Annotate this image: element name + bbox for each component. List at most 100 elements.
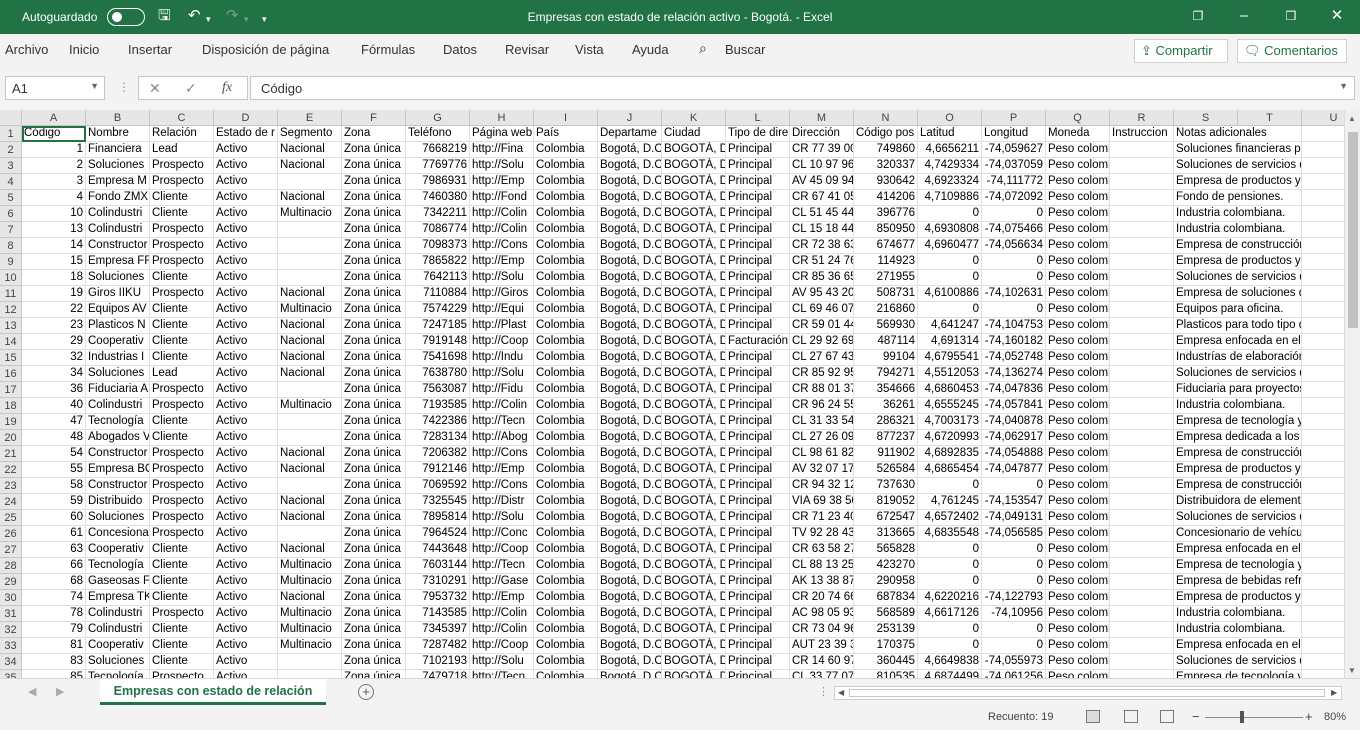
table-cell[interactable]: Peso colombiano	[1046, 350, 1110, 366]
header-cell[interactable]: Teléfono	[406, 126, 470, 142]
header-cell[interactable]: Estado de r	[214, 126, 278, 142]
table-cell[interactable]: 40	[22, 398, 86, 414]
table-cell[interactable]	[1302, 510, 1344, 526]
table-cell[interactable]: Industrias I	[86, 350, 150, 366]
table-cell[interactable]: Principal	[726, 654, 790, 670]
table-cell[interactable]	[1302, 222, 1344, 238]
table-cell[interactable]: Colindustri	[86, 622, 150, 638]
table-cell[interactable]: 13	[22, 222, 86, 238]
table-cell[interactable]: Peso colombiano	[1046, 366, 1110, 382]
table-cell[interactable]: 4,6720993	[918, 430, 982, 446]
table-cell[interactable]: 4,6656211	[918, 142, 982, 158]
table-cell[interactable]: Bogotá, D.C	[598, 398, 662, 414]
table-cell[interactable]: Principal	[726, 638, 790, 654]
table-cell[interactable]: -74,057841	[982, 398, 1046, 414]
table-cell[interactable]: Colombia	[534, 590, 598, 606]
table-cell[interactable]: Colombia	[534, 654, 598, 670]
table-cell[interactable]	[1110, 526, 1174, 542]
table-cell[interactable]: Principal	[726, 206, 790, 222]
table-cell[interactable]: Prospecto	[150, 446, 214, 462]
table-cell[interactable]: CL 15 18 44	[790, 222, 854, 238]
page-layout-view-icon[interactable]	[1124, 710, 1138, 723]
table-cell[interactable]: BOGOTÁ, D.	[662, 654, 726, 670]
table-cell[interactable]: 7603144	[406, 558, 470, 574]
table-cell[interactable]: 819052	[854, 494, 918, 510]
table-cell[interactable]: Soluciones	[86, 510, 150, 526]
table-cell[interactable]: Principal	[726, 254, 790, 270]
header-cell[interactable]: Tipo de dire	[726, 126, 790, 142]
row-header-23[interactable]: 23	[0, 478, 22, 494]
table-cell[interactable]: Colombia	[534, 190, 598, 206]
table-cell[interactable]: Activo	[214, 414, 278, 430]
table-cell[interactable]: 4,691314	[918, 334, 982, 350]
table-cell[interactable]	[1110, 206, 1174, 222]
table-cell[interactable]: Empresa TK	[86, 590, 150, 606]
row-header-24[interactable]: 24	[0, 494, 22, 510]
table-cell[interactable]	[278, 254, 342, 270]
column-header-f[interactable]: F	[342, 110, 406, 126]
table-cell[interactable]: Zona única	[342, 318, 406, 334]
table-cell[interactable]: BOGOTÁ, D.	[662, 366, 726, 382]
table-cell[interactable]: 85	[22, 670, 86, 678]
table-cell[interactable]: http://Indu	[470, 350, 534, 366]
table-cell[interactable]: Peso colombiano	[1046, 670, 1110, 678]
table-cell[interactable]: 0	[918, 206, 982, 222]
table-cell[interactable]: 0	[982, 622, 1046, 638]
table-cell[interactable]: Principal	[726, 430, 790, 446]
table-cell[interactable]: Colombia	[534, 318, 598, 334]
row-header-9[interactable]: 9	[0, 254, 22, 270]
table-cell[interactable]: Principal	[726, 398, 790, 414]
row-header-31[interactable]: 31	[0, 606, 22, 622]
tab-insertar[interactable]: Insertar	[128, 42, 172, 57]
table-cell[interactable]: Bogotá, D.C	[598, 190, 662, 206]
table-cell[interactable]: Prospecto	[150, 174, 214, 190]
table-cell[interactable]: -74,059627	[982, 142, 1046, 158]
table-cell[interactable]: 7479718	[406, 670, 470, 678]
table-cell[interactable]: Colombia	[534, 366, 598, 382]
insert-function-icon[interactable]: fx	[222, 80, 232, 96]
table-cell[interactable]: Principal	[726, 606, 790, 622]
tab-ayuda[interactable]: Ayuda	[632, 42, 669, 57]
table-cell[interactable]: Bogotá, D.C	[598, 654, 662, 670]
row-header-35[interactable]: 35	[0, 670, 22, 678]
table-cell[interactable]: -74,160182	[982, 334, 1046, 350]
table-cell[interactable]: Principal	[726, 286, 790, 302]
header-cell[interactable]: País	[534, 126, 598, 142]
table-cell[interactable]: Zona única	[342, 574, 406, 590]
select-all-button[interactable]	[0, 110, 22, 126]
table-cell[interactable]: Activo	[214, 318, 278, 334]
tab-vista[interactable]: Vista	[575, 42, 604, 57]
table-cell[interactable]: Prospecto	[150, 238, 214, 254]
table-cell[interactable]: Nacional	[278, 366, 342, 382]
table-cell[interactable]: AK 13 38 87	[790, 574, 854, 590]
table-cell[interactable]: 7563087	[406, 382, 470, 398]
table-cell[interactable]: http://Colin	[470, 398, 534, 414]
table-cell[interactable]: Activo	[214, 222, 278, 238]
table-cell[interactable]: BOGOTÁ, D.	[662, 350, 726, 366]
table-cell[interactable]: BOGOTÁ, D.	[662, 318, 726, 334]
table-cell[interactable]	[1302, 142, 1344, 158]
header-cell[interactable]: Nombre	[86, 126, 150, 142]
table-cell[interactable]	[278, 478, 342, 494]
table-cell[interactable]: BOGOTÁ, D.	[662, 638, 726, 654]
tab-archivo[interactable]: Archivo	[5, 42, 48, 57]
header-cell[interactable]: Código	[22, 126, 86, 142]
table-cell[interactable]: -74,047836	[982, 382, 1046, 398]
table-cell[interactable]: 34	[22, 366, 86, 382]
row-header-1[interactable]: 1	[0, 126, 22, 142]
table-cell[interactable]	[1110, 286, 1174, 302]
table-cell[interactable]: Prospecto	[150, 286, 214, 302]
row-header-30[interactable]: 30	[0, 590, 22, 606]
header-cell[interactable]: Latitud	[918, 126, 982, 142]
table-cell[interactable]: 7895814	[406, 510, 470, 526]
table-cell[interactable]: http://Conc	[470, 526, 534, 542]
table-cell[interactable]: Principal	[726, 670, 790, 678]
table-cell[interactable]: http://Distr	[470, 494, 534, 510]
table-cell[interactable]: 7460380	[406, 190, 470, 206]
column-header-a[interactable]: A	[22, 110, 86, 126]
table-cell[interactable]: Zona única	[342, 606, 406, 622]
name-box[interactable]: A1 ▼	[5, 76, 105, 100]
table-cell[interactable]: -74,075466	[982, 222, 1046, 238]
table-cell[interactable]: 4,6923324	[918, 174, 982, 190]
column-header-d[interactable]: D	[214, 110, 278, 126]
